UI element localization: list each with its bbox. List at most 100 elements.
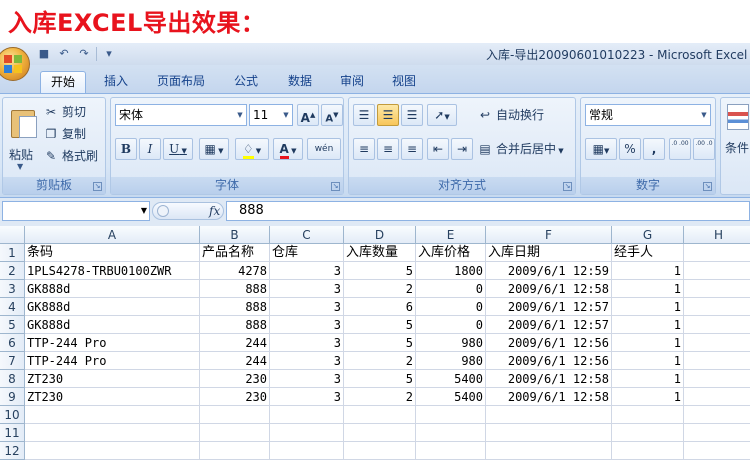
clipboard-launcher-icon[interactable]: ↘ <box>93 182 102 191</box>
column-header[interactable]: C <box>270 226 344 244</box>
table-cell[interactable]: 888 <box>200 298 270 316</box>
table-cell[interactable]: 2009/6/1 12:58 <box>486 280 612 298</box>
table-cell[interactable]: GK888d <box>25 280 200 298</box>
tab-data[interactable]: 数据 <box>278 71 322 93</box>
decrease-indent-icon[interactable]: ⇤ <box>427 138 449 160</box>
table-cell[interactable]: 3 <box>270 280 344 298</box>
format-painter-button[interactable]: ✎ 格式刷 <box>43 146 98 166</box>
font-name-select[interactable]: 宋体 ▼ <box>115 104 247 126</box>
row-header[interactable]: 5 <box>0 316 25 334</box>
row-header[interactable]: 6 <box>0 334 25 352</box>
empty-cell[interactable] <box>684 424 750 442</box>
align-middle-icon[interactable]: ☰ <box>377 104 399 126</box>
table-cell[interactable]: 888 <box>200 280 270 298</box>
accounting-format-icon[interactable]: ▦▼ <box>585 138 617 160</box>
table-cell[interactable]: 2 <box>344 388 416 406</box>
table-cell[interactable]: 6 <box>344 298 416 316</box>
empty-cell[interactable] <box>25 442 200 460</box>
shrink-font-button[interactable]: A▼ <box>321 104 343 126</box>
expand-icon[interactable] <box>157 205 169 217</box>
paste-button[interactable]: 粘贴 <box>9 146 33 163</box>
row-header[interactable]: 9 <box>0 388 25 406</box>
empty-cell[interactable] <box>684 370 750 388</box>
number-format-select[interactable]: 常规 ▼ <box>585 104 711 126</box>
table-cell[interactable]: 0 <box>416 316 486 334</box>
table-cell[interactable]: TTP-244 Pro <box>25 334 200 352</box>
empty-cell[interactable] <box>684 334 750 352</box>
align-bottom-icon[interactable]: ☰ <box>401 104 423 126</box>
align-right-icon[interactable]: ≡ <box>401 138 423 160</box>
tab-view[interactable]: 视图 <box>382 71 426 93</box>
table-cell[interactable]: 1 <box>612 370 684 388</box>
row-header[interactable]: 10 <box>0 406 25 424</box>
align-left-icon[interactable]: ≡ <box>353 138 375 160</box>
number-launcher-icon[interactable]: ↘ <box>703 182 712 191</box>
table-cell[interactable]: 230 <box>200 388 270 406</box>
table-cell[interactable]: 1 <box>612 262 684 280</box>
italic-button[interactable]: I <box>139 138 161 160</box>
wrap-text-button[interactable]: ↩ 自动换行 <box>477 105 544 125</box>
table-cell[interactable]: 5400 <box>416 388 486 406</box>
table-cell[interactable]: 980 <box>416 334 486 352</box>
empty-cell[interactable] <box>684 316 750 334</box>
column-header[interactable]: D <box>344 226 416 244</box>
header-cell[interactable]: 仓库 <box>270 244 344 262</box>
empty-cell[interactable] <box>684 442 750 460</box>
table-cell[interactable]: 3 <box>270 388 344 406</box>
column-header[interactable]: E <box>416 226 486 244</box>
borders-button[interactable]: ▦ ▼ <box>199 138 229 160</box>
tab-page-layout[interactable]: 页面布局 <box>148 71 214 93</box>
empty-cell[interactable] <box>200 406 270 424</box>
empty-cell[interactable] <box>684 244 750 262</box>
table-cell[interactable]: 5 <box>344 262 416 280</box>
empty-cell[interactable] <box>612 442 684 460</box>
empty-cell[interactable] <box>270 424 344 442</box>
table-cell[interactable]: 2009/6/1 12:56 <box>486 334 612 352</box>
empty-cell[interactable] <box>684 352 750 370</box>
table-cell[interactable]: 1 <box>612 298 684 316</box>
table-cell[interactable]: 1800 <box>416 262 486 280</box>
empty-cell[interactable] <box>200 442 270 460</box>
table-cell[interactable]: 0 <box>416 298 486 316</box>
table-cell[interactable]: 4278 <box>200 262 270 280</box>
table-cell[interactable]: 3 <box>270 316 344 334</box>
table-cell[interactable]: 1 <box>612 352 684 370</box>
row-header[interactable]: 2 <box>0 262 25 280</box>
table-cell[interactable]: 244 <box>200 352 270 370</box>
redo-icon[interactable]: ↷ <box>76 46 92 62</box>
empty-cell[interactable] <box>25 424 200 442</box>
table-cell[interactable]: 5400 <box>416 370 486 388</box>
orientation-icon[interactable]: ➚▼ <box>427 104 457 126</box>
empty-cell[interactable] <box>486 442 612 460</box>
table-cell[interactable]: 1 <box>612 388 684 406</box>
row-header[interactable]: 1 <box>0 244 25 262</box>
copy-button[interactable]: ❐ 复制 <box>43 124 86 144</box>
empty-cell[interactable] <box>684 298 750 316</box>
customize-qat-icon[interactable]: ▾ <box>101 46 117 62</box>
table-cell[interactable]: 2009/6/1 12:56 <box>486 352 612 370</box>
table-cell[interactable]: 3 <box>270 370 344 388</box>
table-cell[interactable]: 2009/6/1 12:57 <box>486 316 612 334</box>
align-center-icon[interactable]: ≡ <box>377 138 399 160</box>
insert-function-button[interactable]: fx <box>209 203 220 219</box>
empty-cell[interactable] <box>416 442 486 460</box>
empty-cell[interactable] <box>344 424 416 442</box>
font-launcher-icon[interactable]: ↘ <box>331 182 340 191</box>
empty-cell[interactable] <box>344 442 416 460</box>
table-cell[interactable]: 5 <box>344 334 416 352</box>
increase-indent-icon[interactable]: ⇥ <box>451 138 473 160</box>
empty-cell[interactable] <box>486 406 612 424</box>
paste-dropdown-icon[interactable]: ▼ <box>17 162 23 171</box>
table-cell[interactable]: ZT230 <box>25 388 200 406</box>
empty-cell[interactable] <box>684 280 750 298</box>
table-cell[interactable]: ZT230 <box>25 370 200 388</box>
empty-cell[interactable] <box>200 424 270 442</box>
tab-insert[interactable]: 插入 <box>94 71 138 93</box>
table-cell[interactable]: TTP-244 Pro <box>25 352 200 370</box>
merge-center-button[interactable]: ▤ 合并后居中 ▼ <box>477 139 563 159</box>
table-cell[interactable]: GK888d <box>25 298 200 316</box>
column-header[interactable]: F <box>486 226 612 244</box>
table-cell[interactable]: 244 <box>200 334 270 352</box>
table-cell[interactable]: 5 <box>344 316 416 334</box>
table-cell[interactable]: 1 <box>612 316 684 334</box>
